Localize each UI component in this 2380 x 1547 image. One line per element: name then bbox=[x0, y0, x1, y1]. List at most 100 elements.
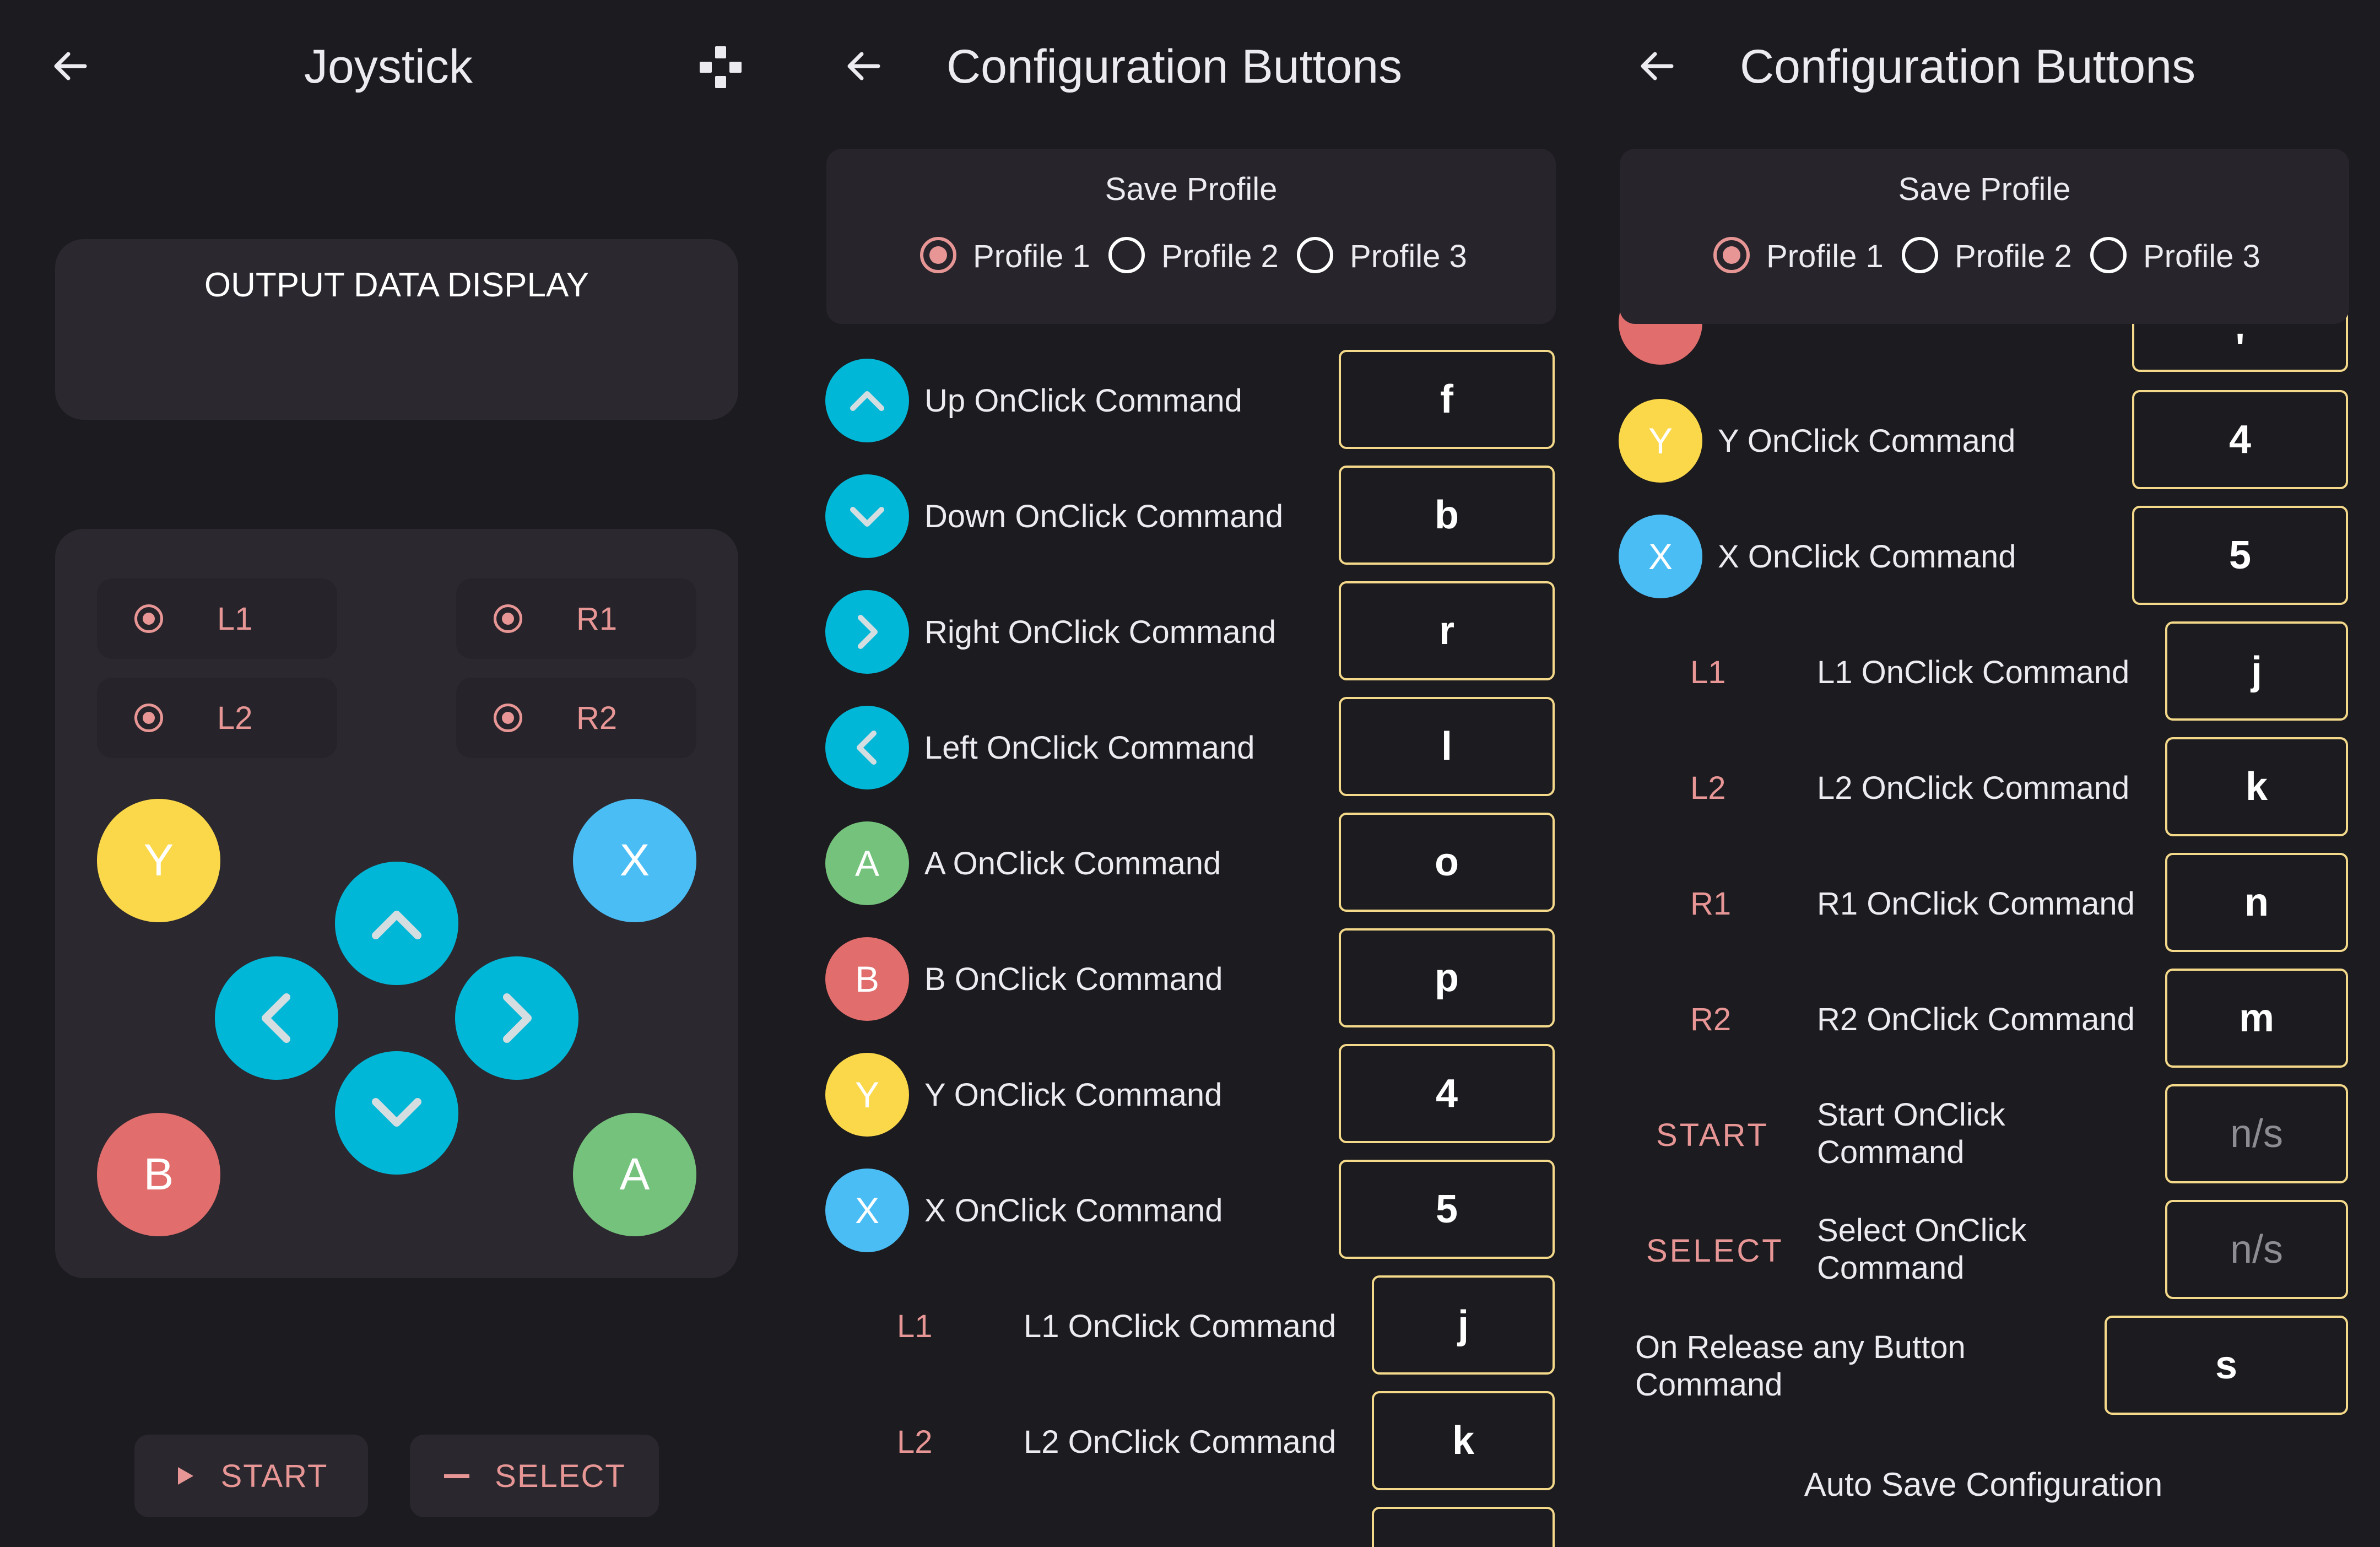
r2-toggle[interactable]: R2 bbox=[456, 678, 696, 758]
l2-label: L2 bbox=[217, 700, 253, 736]
row-label: L1 OnClick Command bbox=[1024, 1308, 1337, 1344]
l1-badge: L1 bbox=[1690, 654, 1726, 690]
page-title: Joystick bbox=[304, 40, 473, 93]
l2-command-input[interactable]: k bbox=[2165, 737, 2348, 836]
r1-toggle[interactable]: R1 bbox=[456, 578, 696, 659]
y-button[interactable]: Y bbox=[97, 799, 220, 922]
profile-3-radio[interactable] bbox=[1297, 237, 1333, 273]
profile-3-label: Profile 3 bbox=[2143, 239, 2260, 274]
row-label: A OnClick Command bbox=[924, 846, 1221, 881]
chevron-up-icon bbox=[372, 911, 421, 939]
dpad-left-button[interactable] bbox=[215, 956, 338, 1080]
save-profile-label: Save Profile bbox=[1898, 171, 2071, 207]
x-button[interactable]: X bbox=[573, 799, 696, 922]
up-command-input[interactable]: f bbox=[1339, 350, 1555, 449]
row-label: X OnClick Command bbox=[924, 1193, 1223, 1229]
dpad-right-button[interactable] bbox=[455, 956, 578, 1080]
down-command-input[interactable]: b bbox=[1339, 466, 1555, 565]
row-label: L1 OnClick Command bbox=[1817, 654, 2130, 690]
r2-command-input[interactable]: m bbox=[2165, 969, 2348, 1068]
l1-toggle[interactable]: L1 bbox=[97, 578, 337, 659]
output-data-display: OUTPUT DATA DISPLAY bbox=[55, 239, 738, 420]
start-badge: START bbox=[1656, 1117, 1769, 1153]
radio-icon bbox=[134, 604, 163, 633]
row-label: L2 OnClick Command bbox=[1817, 770, 2130, 806]
back-arrow-icon[interactable] bbox=[1635, 44, 1679, 88]
r1-command-input[interactable]: n bbox=[2165, 853, 2348, 952]
row-label: Up OnClick Command bbox=[924, 383, 1242, 419]
b-command-input[interactable]: p bbox=[1339, 928, 1555, 1027]
radio-icon bbox=[494, 604, 522, 633]
right-badge bbox=[825, 590, 909, 674]
l2-toggle[interactable]: L2 bbox=[97, 678, 337, 758]
chevron-right-icon bbox=[858, 615, 878, 649]
back-arrow-icon[interactable] bbox=[48, 44, 93, 88]
gamepad-icon[interactable] bbox=[699, 45, 743, 89]
partial-value: ' bbox=[2235, 326, 2245, 370]
a-command-input[interactable]: o bbox=[1339, 813, 1555, 912]
start-command-input[interactable]: n/s bbox=[2165, 1084, 2348, 1183]
chevron-down-icon bbox=[372, 1098, 421, 1127]
dpad-up-button[interactable] bbox=[335, 862, 458, 985]
b-button[interactable]: B bbox=[97, 1113, 220, 1236]
profile-1-label: Profile 1 bbox=[973, 239, 1090, 274]
start-button[interactable]: START bbox=[134, 1435, 368, 1517]
minus-icon bbox=[444, 1474, 470, 1478]
release-label-line2: Command bbox=[1635, 1367, 1783, 1403]
profile-1-radio[interactable] bbox=[1713, 237, 1750, 273]
right-command-input[interactable]: r bbox=[1339, 581, 1555, 680]
joystick-screen: Joystick OUTPUT DATA DISPLAY L1 R1 L2 R2… bbox=[0, 0, 793, 1547]
left-command-input[interactable]: l bbox=[1339, 697, 1555, 796]
radio-icon bbox=[134, 704, 163, 732]
y-command-input[interactable]: 4 bbox=[2132, 390, 2348, 489]
a-button[interactable]: A bbox=[573, 1113, 696, 1236]
gamepad-card: L1 R1 L2 R2 Y X B A bbox=[55, 529, 738, 1278]
profile-1-radio[interactable] bbox=[920, 237, 956, 273]
l2-badge: L2 bbox=[897, 1424, 933, 1460]
profile-2-radio[interactable] bbox=[1108, 237, 1145, 273]
page-title: Configuration Buttons bbox=[1740, 40, 2196, 93]
l2-command-input[interactable]: k bbox=[1372, 1391, 1555, 1490]
select-badge: SELECT bbox=[1646, 1233, 1784, 1269]
y-badge: Y bbox=[825, 1053, 909, 1137]
x-badge: X bbox=[1619, 515, 1702, 598]
l1-label: L1 bbox=[217, 601, 253, 637]
l2-badge: L2 bbox=[1690, 770, 1726, 806]
r2-label: R2 bbox=[576, 700, 618, 736]
row-label: Start OnClick bbox=[1817, 1097, 2005, 1133]
start-label: START bbox=[220, 1458, 328, 1494]
y-badge: Y bbox=[1619, 399, 1702, 483]
profile-2-label: Profile 2 bbox=[1955, 239, 2072, 274]
output-title: OUTPUT DATA DISPLAY bbox=[204, 266, 589, 304]
profile-2-radio[interactable] bbox=[1902, 237, 1938, 273]
save-profile-card: Save Profile Profile 1 Profile 2 Profile… bbox=[1620, 149, 2349, 324]
configuration-screen-b: Configuration Buttons ' Save Profile Pro… bbox=[1587, 0, 2380, 1547]
select-command-input[interactable]: n/s bbox=[2165, 1200, 2348, 1299]
b-badge: B bbox=[825, 937, 909, 1021]
save-profile-card: Save Profile Profile 1 Profile 2 Profile… bbox=[826, 149, 1556, 324]
configuration-screen-a: Configuration Buttons Save Profile Profi… bbox=[793, 0, 1587, 1547]
l1-command-input[interactable]: j bbox=[2165, 621, 2348, 721]
row-label: B OnClick Command bbox=[924, 961, 1223, 997]
auto-save-toggle[interactable]: Auto Save Configuration bbox=[1587, 1465, 2380, 1503]
l1-command-input[interactable]: j bbox=[1372, 1275, 1555, 1375]
release-label: On Release any Button bbox=[1635, 1329, 1966, 1365]
save-profile-label: Save Profile bbox=[1105, 171, 1278, 207]
row-label: X OnClick Command bbox=[1718, 539, 2016, 575]
r1-command-input-partial[interactable] bbox=[1372, 1507, 1555, 1547]
y-command-input[interactable]: 4 bbox=[1339, 1044, 1555, 1143]
select-button[interactable]: SELECT bbox=[410, 1435, 659, 1517]
chevron-down-icon bbox=[850, 507, 884, 527]
dpad-down-button[interactable] bbox=[335, 1051, 458, 1175]
profile-3-radio[interactable] bbox=[2090, 237, 2127, 273]
x-command-input[interactable]: 5 bbox=[2132, 506, 2348, 605]
row-label: Left OnClick Command bbox=[924, 730, 1255, 766]
r1-badge: R1 bbox=[1690, 886, 1732, 922]
release-command-input[interactable]: s bbox=[2105, 1316, 2348, 1415]
row-label: R1 OnClick Command bbox=[1817, 886, 2135, 922]
a-badge: A bbox=[825, 821, 909, 905]
row-label: L2 OnClick Command bbox=[1024, 1424, 1337, 1460]
x-command-input[interactable]: 5 bbox=[1339, 1160, 1555, 1259]
back-arrow-icon[interactable] bbox=[842, 44, 886, 88]
up-badge bbox=[825, 359, 909, 442]
